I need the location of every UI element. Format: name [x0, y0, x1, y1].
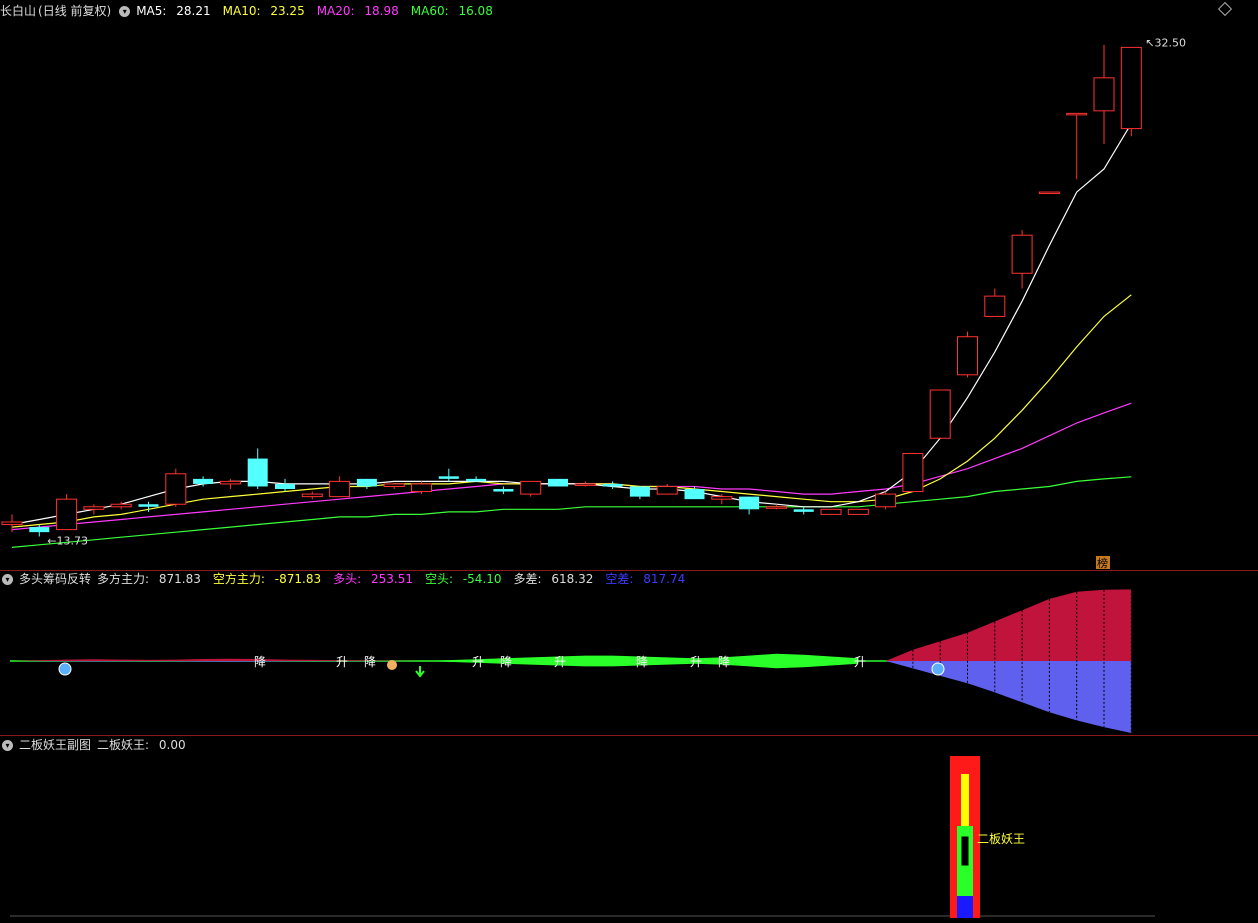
- candle-body: [875, 493, 897, 508]
- candle-body: [957, 336, 978, 376]
- indicator2-chart[interactable]: 二板妖王: [0, 736, 1258, 923]
- signal-mark: 升: [554, 655, 566, 669]
- signal-mark: 升: [690, 655, 702, 669]
- bull-area: [12, 589, 1132, 661]
- signal-mark: 升: [336, 655, 348, 669]
- candle-body: [110, 503, 132, 508]
- candlestick-chart[interactable]: ↖32.50 ←13.73 榜: [0, 0, 1258, 570]
- candle-body: [793, 509, 814, 512]
- candle-body: [929, 389, 951, 439]
- candle-body: [847, 508, 869, 515]
- candle-body: [629, 486, 650, 497]
- candle-body: [383, 483, 405, 487]
- candle-body: [301, 493, 323, 498]
- candle-body: [29, 527, 50, 533]
- candle-body: [711, 496, 733, 500]
- low-price-label: ←13.73: [47, 534, 88, 547]
- candle-body: [329, 480, 351, 498]
- signal-bar-inner: [960, 835, 970, 867]
- signal-mark: 升: [854, 655, 866, 669]
- signal-label: 二板妖王: [977, 832, 1025, 846]
- bang-label: 榜: [1097, 556, 1108, 570]
- candle-body: [684, 489, 705, 500]
- ball-icon: [58, 662, 72, 676]
- candle-body: [984, 295, 1006, 317]
- candle-body: [902, 452, 924, 493]
- candle-body: [820, 508, 842, 515]
- candle-body: [1093, 77, 1115, 112]
- candle-body: [602, 483, 623, 487]
- candle-body: [247, 458, 268, 487]
- candle-body: [411, 483, 432, 493]
- signal-mark: 升: [472, 655, 484, 669]
- bear-area: [12, 661, 1132, 733]
- candle-body: [1011, 234, 1033, 274]
- signal-mark: 降: [254, 655, 266, 669]
- signal-mark: 降: [636, 655, 648, 669]
- candle-body: [219, 480, 241, 485]
- candle-body: [656, 485, 678, 495]
- candle-body: [1120, 46, 1142, 130]
- candle-body: [574, 483, 596, 486]
- signal-bar-blue: [957, 896, 973, 918]
- candle-body: [193, 478, 214, 484]
- candle-body: [138, 504, 159, 507]
- hand-icon: [387, 660, 397, 670]
- candle-body: [83, 506, 105, 510]
- candle-body: [466, 478, 487, 482]
- signal-mark: 降: [364, 655, 376, 669]
- signal-mark: 降: [500, 655, 512, 669]
- candle-body: [739, 496, 760, 510]
- candle-body: [1, 521, 23, 526]
- candle-body: [548, 478, 568, 487]
- down-arrow-icon: [415, 666, 425, 678]
- candle-body: [765, 506, 787, 509]
- candle-body: [520, 480, 542, 495]
- candle-body: [165, 473, 187, 505]
- signal-mark: 降: [718, 655, 730, 669]
- candle-body: [356, 478, 377, 487]
- high-price-label: ↖32.50: [1145, 36, 1186, 49]
- ma20-line: [11, 402, 1132, 531]
- candle-body: [275, 483, 295, 490]
- candle-body: [438, 476, 459, 479]
- candle-body: [56, 498, 78, 531]
- candle-body: [1066, 112, 1088, 116]
- candle-body: [493, 489, 514, 492]
- ball-icon: [931, 662, 945, 676]
- candle-body: [1038, 191, 1060, 195]
- indicator1-chart[interactable]: 降升降升降升降升降升: [0, 570, 1258, 735]
